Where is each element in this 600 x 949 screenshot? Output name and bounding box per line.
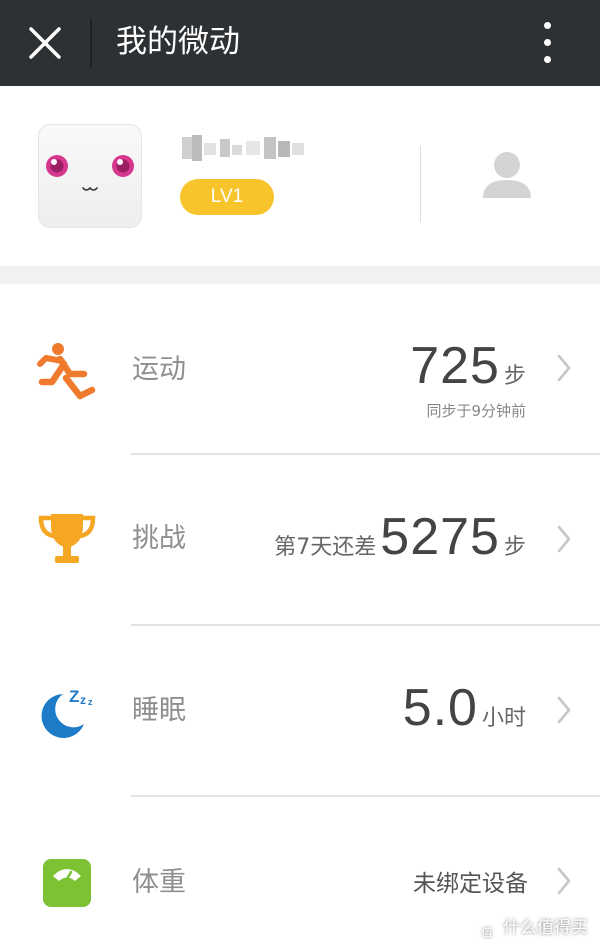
app-screen: 我的微动 LV1 运动 725 步 同步于9分钟前 挑战 第7天还差5275 步… <box>0 0 600 949</box>
svg-text:z: z <box>88 697 93 707</box>
challenge-prefix: 第7天还差 <box>274 535 377 560</box>
chevron-right-icon <box>553 863 575 899</box>
top-bar-divider <box>90 18 92 68</box>
sync-time: 同步于9分钟前 <box>426 402 526 420</box>
profile-divider <box>420 146 421 222</box>
top-bar: 我的微动 <box>0 0 600 86</box>
chevron-right-icon <box>553 350 575 386</box>
page-title: 我的微动 <box>116 24 240 60</box>
pixelated-name-image <box>182 135 304 161</box>
scale-icon <box>36 852 98 914</box>
trophy-icon <box>36 508 98 570</box>
row-label: 挑战 <box>132 523 186 554</box>
profile-button[interactable] <box>478 148 536 206</box>
close-icon <box>29 27 61 59</box>
watermark-text: 什么值得买 <box>503 918 588 938</box>
svg-text:z: z <box>80 693 86 707</box>
more-menu-button[interactable] <box>528 20 568 66</box>
sleep-number: 5.0 <box>402 679 478 737</box>
device-status: 未绑定设备 <box>413 871 528 897</box>
sleep-moon-icon: Z z z <box>36 680 98 742</box>
level-badge: LV1 <box>180 179 274 215</box>
cute-face-avatar-icon <box>46 155 134 191</box>
row-label: 体重 <box>132 867 186 898</box>
steps-number: 725 <box>410 337 500 395</box>
row-label: 睡眠 <box>132 695 186 726</box>
watermark-badge-icon: 值 <box>477 923 497 943</box>
stats-list: 运动 725 步 同步于9分钟前 挑战 第7天还差5275 步 Z z z 睡眠… <box>0 284 600 949</box>
sleep-value: 5.0 小时 <box>403 678 526 738</box>
nickname-blurred <box>180 131 310 165</box>
steps-unit: 步 <box>503 364 526 389</box>
chevron-right-icon <box>553 692 575 728</box>
list-item-exercise[interactable]: 运动 725 步 同步于9分钟前 <box>0 284 600 455</box>
list-item-challenge[interactable]: 挑战 第7天还差5275 步 <box>0 455 600 625</box>
profile-card: LV1 <box>0 86 600 266</box>
watermark: 值什么值得买 <box>477 915 588 943</box>
row-label: 运动 <box>132 354 186 385</box>
avatar[interactable] <box>38 124 142 228</box>
challenge-number: 5275 <box>380 508 500 566</box>
running-icon <box>36 340 98 402</box>
challenge-unit: 步 <box>503 535 526 560</box>
steps-value: 725 步 <box>410 336 526 396</box>
person-icon <box>483 152 531 198</box>
chevron-right-icon <box>553 521 575 557</box>
sleep-unit: 小时 <box>481 706 526 731</box>
close-button[interactable] <box>22 20 68 66</box>
svg-text:Z: Z <box>69 687 79 706</box>
challenge-value: 第7天还差5275 步 <box>274 507 526 567</box>
list-item-sleep[interactable]: Z z z 睡眠 5.0 小时 <box>0 626 600 796</box>
